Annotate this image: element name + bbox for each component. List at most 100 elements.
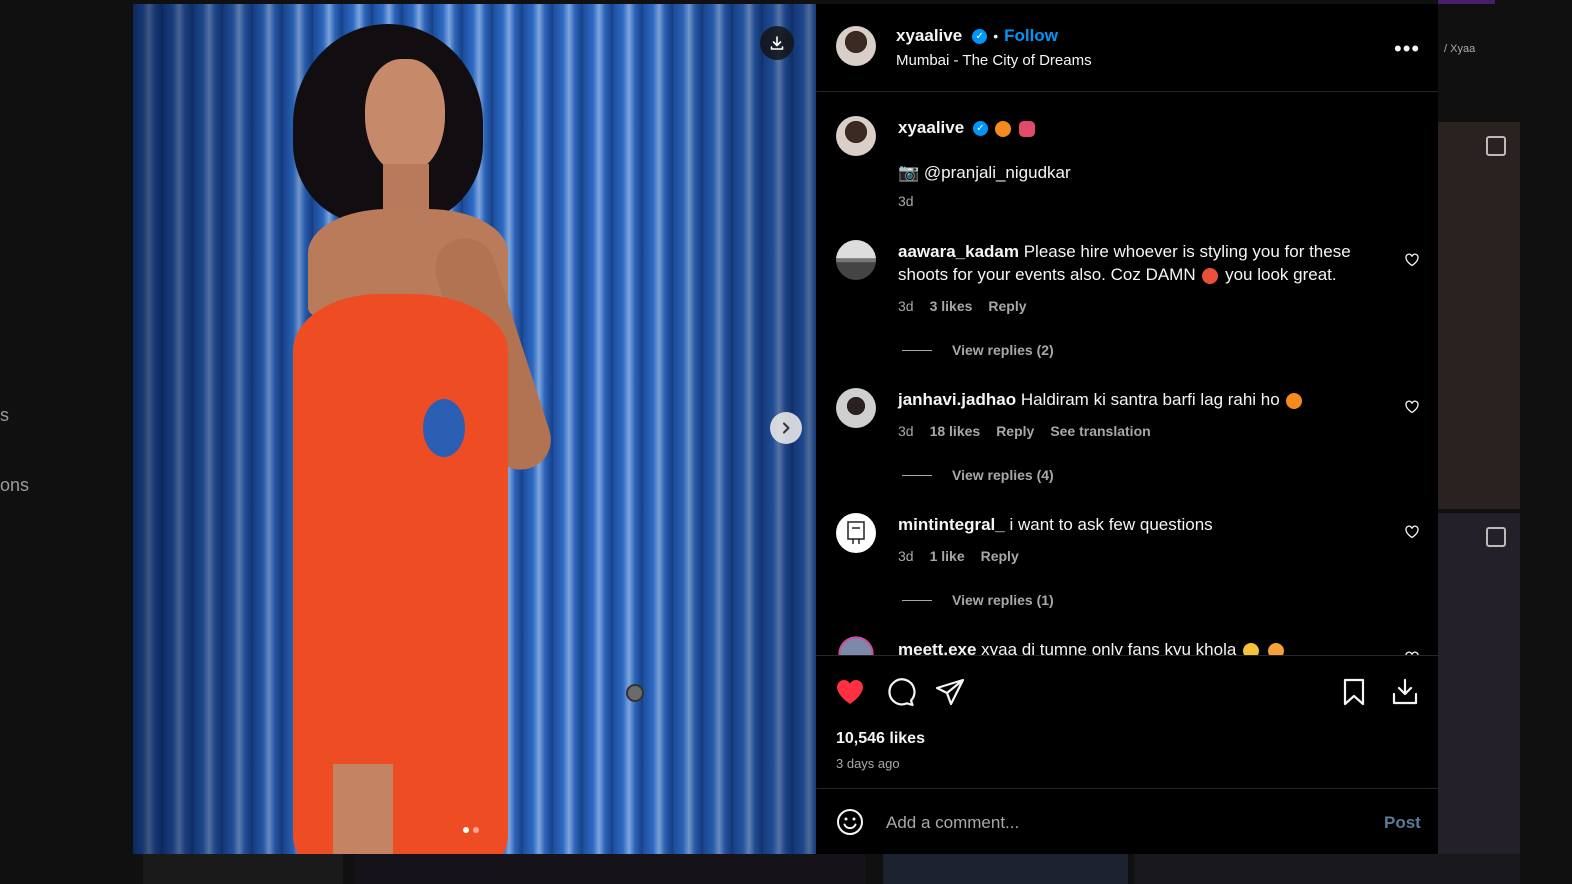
comment-likes[interactable]: 1 like xyxy=(930,548,965,564)
comment-text: aawara_kadam Please hire whoever is styl… xyxy=(898,240,1358,286)
photo-wall-knob xyxy=(626,684,644,702)
background-thumbnail xyxy=(143,854,343,884)
view-replies-label: View replies (4) xyxy=(952,467,1054,483)
background-nav-text: s xyxy=(0,405,9,425)
carousel-icon xyxy=(1486,136,1506,156)
comment-composer: Post xyxy=(816,788,1438,855)
comment-time: 3d xyxy=(898,423,914,439)
reply-button[interactable]: Reply xyxy=(996,423,1034,439)
background-thumbnail[interactable] xyxy=(1438,122,1520,509)
avatar[interactable] xyxy=(836,240,876,280)
comment-meta: 3d 3 likes Reply xyxy=(898,298,1027,314)
comment-icon[interactable] xyxy=(884,676,916,708)
view-replies-button[interactable]: View replies (1) xyxy=(902,592,1054,608)
reply-button[interactable]: Reply xyxy=(981,548,1019,564)
avatar[interactable] xyxy=(836,634,876,655)
post-photo xyxy=(133,4,816,854)
background-nav-text: ons xyxy=(0,475,30,495)
caption-username[interactable]: xyaalive xyxy=(898,118,964,137)
photo-subject-dress xyxy=(293,294,508,854)
comment-text: meett.exe xyaa di tumne only fans kyu kh… xyxy=(898,638,1358,655)
view-replies-label: View replies (1) xyxy=(952,592,1054,608)
comment-username[interactable]: mintintegral_ xyxy=(898,515,1005,534)
comment-likes[interactable]: 3 likes xyxy=(930,298,973,314)
comment-username[interactable]: aawara_kadam xyxy=(898,242,1019,261)
download-button[interactable] xyxy=(760,26,794,60)
heart-outline-icon[interactable] xyxy=(1404,524,1420,540)
comment-body: Haldiram ki santra barfi lag rahi ho xyxy=(1020,390,1280,409)
caption-mention-link[interactable]: @pranjali_nigudkar xyxy=(924,163,1071,182)
see-translation-button[interactable]: See translation xyxy=(1050,423,1150,439)
header-username[interactable]: xyaalive xyxy=(896,26,962,46)
heart-filled-icon[interactable] xyxy=(834,676,866,708)
background-thumbnail xyxy=(883,854,1128,884)
avatar[interactable] xyxy=(836,388,876,428)
comment-likes[interactable]: 18 likes xyxy=(930,423,981,439)
comment-meta: 3d 1 like Reply xyxy=(898,548,1019,564)
robot-avatar-icon xyxy=(847,521,865,544)
carousel-icon xyxy=(1486,527,1506,547)
verified-badge-icon: ✓ xyxy=(972,121,988,137)
caption-header: xyaalive ✓ xyxy=(898,116,1358,139)
next-image-button[interactable] xyxy=(770,412,802,444)
post-modal: xyaalive ✓ • Follow Mumbai - The City of… xyxy=(133,4,1438,854)
photo-dress-cutout xyxy=(423,399,465,457)
crying-face-emoji-icon xyxy=(1267,642,1284,655)
divider xyxy=(902,599,932,601)
carousel-dot xyxy=(473,827,479,833)
background-thumbnail xyxy=(355,854,865,884)
comment-meta: 3d 18 likes Reply See translation xyxy=(898,423,1151,439)
butterfly-emoji-icon xyxy=(1019,120,1036,137)
camera-emoji-icon: 📷 xyxy=(898,163,920,182)
chevron-right-icon xyxy=(783,422,790,434)
caption-text: 📷 @pranjali_nigudkar xyxy=(898,161,1358,184)
carousel-indicator xyxy=(463,827,479,833)
bookmark-icon[interactable] xyxy=(1338,676,1370,708)
background-thumbnail[interactable] xyxy=(1438,513,1520,854)
flushed-face-emoji-icon xyxy=(1243,642,1260,655)
hot-face-emoji-icon xyxy=(1202,267,1219,284)
post-comment-button[interactable]: Post xyxy=(1384,813,1421,833)
header-name-row: xyaalive ✓ • Follow xyxy=(896,26,1058,46)
heart-outline-icon[interactable] xyxy=(1404,252,1420,268)
carousel-dot-active xyxy=(463,827,469,833)
background-thumbnail xyxy=(1134,854,1520,884)
likes-count[interactable]: 10,546 likes xyxy=(836,730,925,748)
photo-subject-face xyxy=(365,59,445,174)
heart-outline-icon[interactable] xyxy=(1404,399,1420,415)
post-time: 3 days ago xyxy=(836,756,900,771)
reply-button[interactable]: Reply xyxy=(988,298,1026,314)
background-chip: / Xyaa xyxy=(1444,43,1476,55)
more-options-icon[interactable]: ••• xyxy=(1394,36,1420,62)
caption-time: 3d xyxy=(898,193,914,209)
comments-list[interactable]: xyaalive ✓ 📷 @pranjali_nigudkar 3d aawar… xyxy=(816,92,1438,655)
save-download-icon[interactable] xyxy=(1389,676,1421,708)
location-link[interactable]: Mumbai - The City of Dreams xyxy=(896,52,1092,69)
divider xyxy=(902,474,932,476)
comment-username[interactable]: meett.exe xyxy=(898,640,976,655)
avatar[interactable] xyxy=(836,116,876,156)
view-replies-label: View replies (2) xyxy=(952,342,1054,358)
comment-username[interactable]: janhavi.jadhao xyxy=(898,390,1016,409)
separator-dot: • xyxy=(993,28,999,44)
photo-subject-leg xyxy=(333,764,393,854)
verified-badge-icon: ✓ xyxy=(972,28,988,44)
comment-input[interactable] xyxy=(884,805,1348,841)
background-thumbnail xyxy=(1438,0,1495,4)
share-icon[interactable] xyxy=(934,676,966,708)
view-replies-button[interactable]: View replies (4) xyxy=(902,467,1054,483)
post-sidebar: xyaalive ✓ • Follow Mumbai - The City of… xyxy=(816,4,1438,854)
comment-text: janhavi.jadhao Haldiram ki santra barfi … xyxy=(898,388,1358,411)
divider xyxy=(902,349,932,351)
post-header: xyaalive ✓ • Follow Mumbai - The City of… xyxy=(816,4,1438,92)
caption-meta: 3d xyxy=(898,193,914,209)
avatar[interactable] xyxy=(836,26,876,66)
orange-emoji-icon xyxy=(994,120,1011,137)
follow-button[interactable]: Follow xyxy=(1004,26,1058,46)
download-icon xyxy=(770,36,784,50)
avatar[interactable] xyxy=(836,513,876,553)
view-replies-button[interactable]: View replies (2) xyxy=(902,342,1054,358)
emoji-icon[interactable] xyxy=(836,808,864,836)
comment-time: 3d xyxy=(898,298,914,314)
comment-body: xyaa di tumne only fans kyu khola xyxy=(981,640,1237,655)
